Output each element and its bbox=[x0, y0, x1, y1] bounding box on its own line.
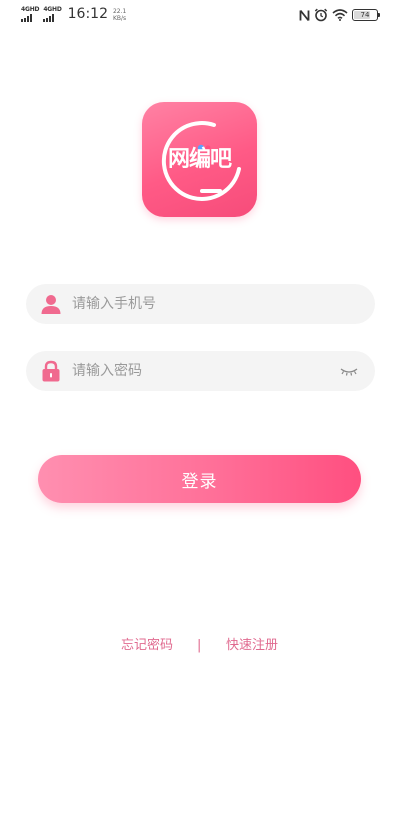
app-logo: 网编吧 bbox=[142, 102, 257, 217]
network-speed-unit: KB/s bbox=[112, 15, 127, 22]
quick-register-link[interactable]: 快速注册 bbox=[226, 636, 278, 656]
signal-bars-icon bbox=[21, 14, 32, 22]
signal-bars-icon bbox=[43, 14, 55, 22]
battery-icon: 74 bbox=[352, 9, 380, 21]
forgot-password-link[interactable]: 忘记密码 bbox=[121, 636, 173, 656]
clock: 16:12 bbox=[67, 6, 108, 22]
phone-field[interactable] bbox=[26, 284, 375, 324]
status-bar: 4GHD 4GHD 16:12 22.1 KB/s 74 bbox=[0, 0, 400, 30]
footer-links: 忘记密码 | 快速注册 bbox=[0, 636, 400, 656]
network-speed-value: 22.1 bbox=[112, 8, 127, 15]
eye-closed-icon[interactable] bbox=[339, 364, 359, 378]
logo-text: 网编吧 bbox=[167, 147, 232, 172]
status-right: 74 bbox=[299, 8, 380, 22]
user-icon bbox=[41, 295, 61, 314]
network-speed: 22.1 KB/s bbox=[113, 8, 126, 22]
login-button[interactable]: 登录 bbox=[38, 455, 361, 503]
network-label-1: 4GHD bbox=[21, 6, 40, 13]
network-label-2: 4GHD bbox=[43, 6, 62, 13]
status-left: 4GHD 4GHD 16:12 22.1 KB/s bbox=[21, 6, 126, 22]
lock-icon bbox=[42, 360, 60, 382]
alarm-icon bbox=[314, 8, 328, 22]
link-separator: | bbox=[197, 638, 202, 653]
battery-percent: 74 bbox=[360, 11, 370, 19]
password-field[interactable] bbox=[26, 351, 375, 391]
nfc-icon bbox=[299, 9, 310, 21]
password-input[interactable] bbox=[72, 351, 332, 391]
network-indicator-2: 4GHD bbox=[43, 6, 62, 22]
phone-input[interactable] bbox=[72, 284, 332, 324]
network-indicator-1: 4GHD bbox=[21, 6, 40, 22]
wifi-icon bbox=[332, 9, 348, 21]
